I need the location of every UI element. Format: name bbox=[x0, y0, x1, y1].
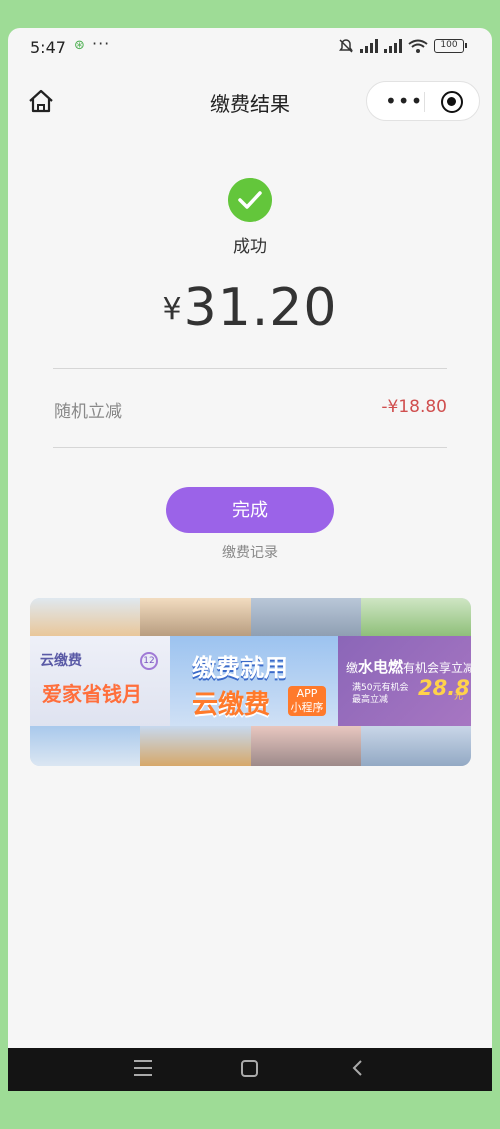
promo-banner[interactable]: 云缴费 12 爱家省钱月 缴费就用 云缴费 APP 小程序 缴水电燃有机会享立减 … bbox=[30, 598, 471, 766]
panel2-tag: APP 小程序 bbox=[288, 686, 326, 716]
status-time: 5:47 bbox=[30, 38, 66, 57]
divider-top bbox=[53, 368, 447, 369]
wifi-icon bbox=[408, 39, 428, 53]
payment-record-link[interactable]: 缴费记录 bbox=[8, 542, 492, 562]
status-right: 100 bbox=[338, 38, 467, 54]
banner-panel-savings: 云缴费 12 爱家省钱月 bbox=[30, 636, 170, 726]
divider-bottom bbox=[53, 447, 447, 448]
panel3-unit: 元 bbox=[454, 692, 464, 702]
close-target-icon[interactable] bbox=[441, 91, 463, 113]
panel3-headline: 缴水电燃有机会享立减 bbox=[346, 658, 471, 676]
banner-panel-app: 缴费就用 云缴费 APP 小程序 bbox=[170, 636, 338, 726]
currency-symbol: ¥ bbox=[162, 292, 182, 327]
notification-dots-icon: ··· bbox=[92, 34, 111, 53]
banner-photo-strip-top bbox=[30, 598, 471, 636]
banner-panel-discount: 缴水电燃有机会享立减 满50元有机会 最高立减 28.8 元 bbox=[338, 636, 471, 726]
panel1-title: 爱家省钱月 bbox=[42, 682, 142, 706]
status-bar: 5:47 ⊛ ··· 100 bbox=[8, 28, 492, 68]
panel1-brand: 云缴费 bbox=[40, 653, 82, 669]
signal-icon-2 bbox=[384, 39, 402, 53]
banner-panels: 云缴费 12 爱家省钱月 缴费就用 云缴费 APP 小程序 缴水电燃有机会享立减 … bbox=[30, 636, 471, 726]
banner-photo-strip-bottom bbox=[30, 726, 471, 766]
panel1-badge: 12 bbox=[140, 652, 158, 670]
panel2-line1: 缴费就用 bbox=[192, 654, 288, 682]
status-text: 成功 bbox=[233, 237, 267, 257]
capsule-divider bbox=[424, 92, 425, 112]
signal-icon-1 bbox=[360, 39, 378, 53]
done-button[interactable]: 完成 bbox=[166, 487, 334, 533]
panel2-line2: 云缴费 bbox=[192, 690, 271, 720]
discount-label: 随机立减 bbox=[54, 402, 122, 422]
battery-icon: 100 bbox=[434, 39, 467, 53]
phone-screen: 5:47 ⊛ ··· 100 缴费结果 ••• 成功 ¥31.20 随机立减 -… bbox=[8, 28, 492, 1091]
discount-value: -¥18.80 bbox=[381, 397, 447, 417]
home-square-icon[interactable] bbox=[241, 1060, 258, 1077]
success-check-icon bbox=[228, 178, 272, 222]
system-nav-bar bbox=[8, 1048, 492, 1091]
nav-header: 缴费结果 ••• bbox=[8, 76, 492, 126]
mini-program-capsule: ••• bbox=[366, 81, 480, 121]
carrier-icon: ⊛ bbox=[74, 38, 85, 53]
mute-bell-icon bbox=[339, 39, 353, 53]
menu-icon[interactable] bbox=[134, 1060, 152, 1076]
amount-value: 31.20 bbox=[183, 278, 338, 338]
panel3-small: 满50元有机会 最高立减 bbox=[352, 683, 409, 705]
back-icon[interactable] bbox=[348, 1058, 368, 1078]
more-button[interactable]: ••• bbox=[385, 89, 423, 113]
payment-amount: ¥31.20 bbox=[8, 278, 492, 338]
